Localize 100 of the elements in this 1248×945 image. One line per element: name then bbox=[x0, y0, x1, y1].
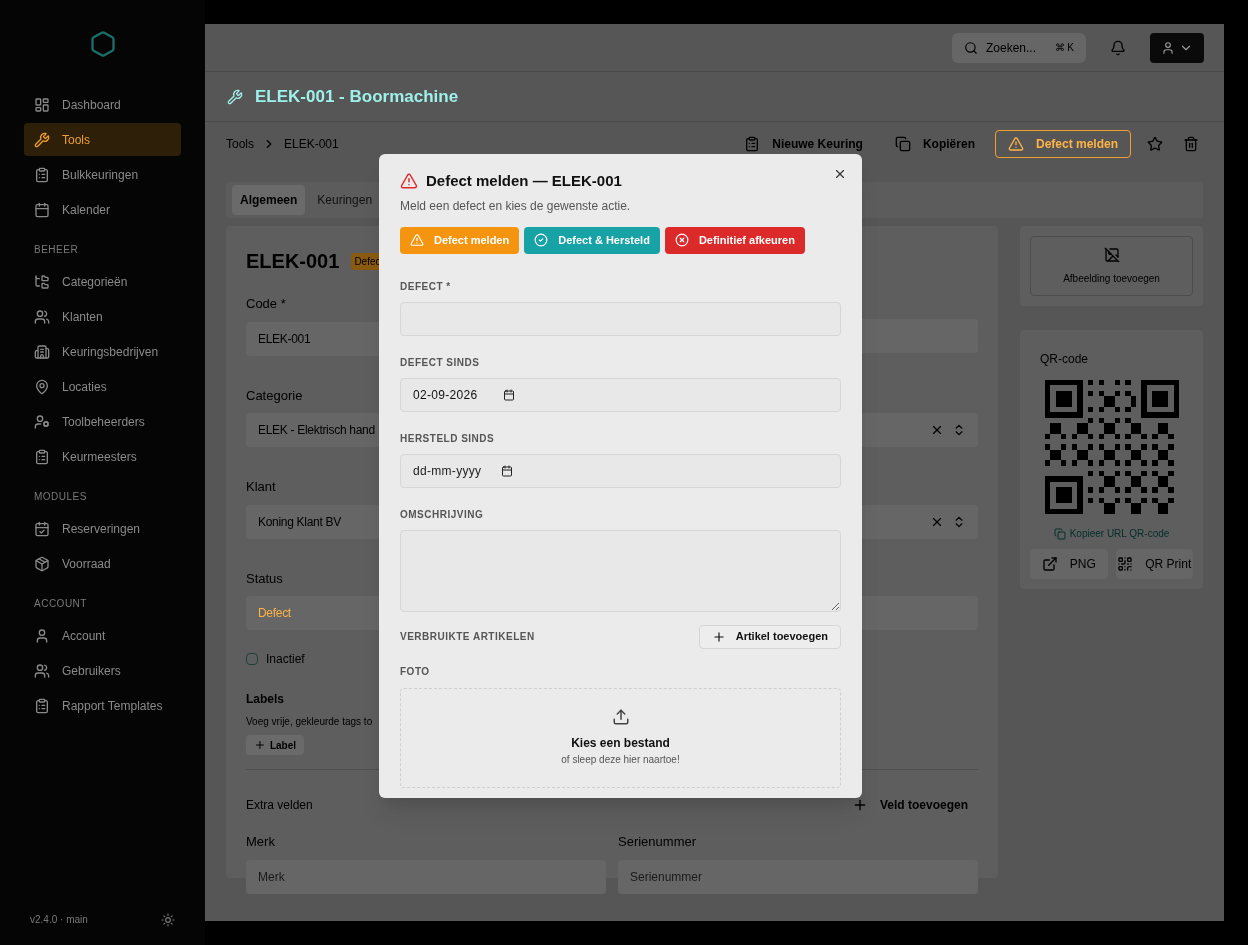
building-icon bbox=[34, 343, 50, 360]
logo-icon bbox=[88, 30, 117, 58]
users-icon bbox=[34, 308, 50, 325]
warning-icon bbox=[1007, 136, 1024, 152]
users-icon bbox=[34, 662, 50, 679]
star-icon[interactable] bbox=[1147, 136, 1163, 152]
qr-action-button[interactable]: QR Print bbox=[1115, 549, 1193, 579]
calendar-icon[interactable] bbox=[501, 464, 514, 477]
add-article-button[interactable]: Artikel toevoegen bbox=[698, 624, 841, 649]
section-title: Extra velden bbox=[246, 797, 313, 814]
field-value: Koning Klant BV bbox=[258, 513, 341, 531]
warning-icon bbox=[410, 233, 424, 247]
field-value: Defect bbox=[258, 605, 291, 622]
dialog-action-button[interactable]: Definitief afkeuren bbox=[664, 226, 805, 254]
file-dropzone[interactable]: Kies een bestand of sleep deze hier naartoe! bbox=[400, 687, 841, 788]
field-label: Status bbox=[246, 569, 283, 588]
check-circle-icon bbox=[534, 233, 549, 247]
notifications-icon[interactable] bbox=[1110, 39, 1126, 56]
image-dropzone[interactable]: Afbeelding toevoegen bbox=[1030, 236, 1193, 296]
dashboard-icon bbox=[34, 96, 50, 113]
sidebar-item[interactable]: Categorieën bbox=[24, 265, 181, 298]
sidebar-item[interactable]: Keuringsbedrijven bbox=[24, 335, 181, 368]
sidebar-item[interactable]: Account bbox=[24, 619, 181, 652]
external-link-icon bbox=[1041, 556, 1058, 572]
checkbox[interactable] bbox=[246, 653, 258, 665]
theme-toggle-icon[interactable] bbox=[161, 912, 175, 927]
field-label: OMSCHRIJVING bbox=[400, 507, 485, 522]
wrench-icon bbox=[34, 131, 50, 148]
clipboard-icon bbox=[744, 136, 761, 152]
clipboard-icon bbox=[34, 697, 50, 714]
field-label: FOTO bbox=[400, 664, 431, 679]
version-label: v2.4.0 · main bbox=[30, 913, 88, 927]
sidebar-item[interactable]: Dashboard bbox=[24, 88, 181, 121]
plus-icon bbox=[254, 739, 266, 751]
clear-icon[interactable] bbox=[930, 423, 944, 437]
close-icon[interactable] bbox=[833, 167, 847, 181]
labels-hint: Voeg vrije, gekleurde tags to bbox=[246, 715, 373, 729]
search-field[interactable]: Zoeken... ⌘ K bbox=[952, 32, 1086, 63]
date-field[interactable]: 02-09-2026 bbox=[400, 377, 841, 412]
input-field[interactable]: Merk bbox=[246, 859, 606, 894]
dialog-subtitle: Meld een defect en kies de gewenste actie. bbox=[400, 197, 632, 215]
package-icon bbox=[34, 555, 50, 572]
sidebar-item[interactable]: Gebruikers bbox=[24, 654, 181, 687]
sidebar-item[interactable]: Rapport Templates bbox=[24, 689, 181, 722]
upload-icon bbox=[611, 708, 630, 726]
map-pin-icon bbox=[34, 378, 50, 395]
user-cog-icon bbox=[34, 413, 50, 430]
copy-icon bbox=[1053, 527, 1066, 540]
calendar-icon[interactable] bbox=[503, 388, 516, 401]
sidebar-item[interactable]: Voorraad bbox=[24, 547, 181, 580]
plus-icon bbox=[711, 629, 726, 644]
sidebar-item[interactable]: Locaties bbox=[24, 370, 181, 403]
shortcut-hint: ⌘ K bbox=[1054, 41, 1074, 55]
warning-icon bbox=[400, 172, 418, 191]
x-circle-icon bbox=[674, 233, 689, 247]
copy-icon bbox=[894, 136, 911, 152]
field-placeholder: Serienummer bbox=[630, 868, 703, 886]
sidebar-heading: BEHEER bbox=[33, 243, 80, 257]
wrench-icon bbox=[227, 88, 243, 105]
field-label: VERBRUIKTE ARTIKELEN bbox=[400, 630, 535, 644]
tool-code-title: ELEK-001 bbox=[246, 249, 340, 274]
dialog-action-button[interactable]: Defect & Hersteld bbox=[524, 226, 660, 254]
clipboard-icon bbox=[34, 166, 50, 183]
date-field[interactable]: dd-mm-yyyy bbox=[400, 453, 841, 488]
sidebar-item[interactable]: Reserveringen bbox=[24, 512, 181, 545]
tree-icon bbox=[34, 273, 50, 290]
sidebar-heading: ACCOUNT bbox=[33, 597, 88, 611]
field-label: Categorie bbox=[246, 386, 303, 405]
card-title: QR-code bbox=[1039, 351, 1089, 368]
field-label: Code * bbox=[246, 295, 286, 313]
search-icon bbox=[964, 40, 978, 55]
field-value: ELEK - Elektrisch hand bbox=[258, 422, 375, 439]
sidebar-item[interactable]: Bulkkeuringen bbox=[24, 158, 181, 191]
sidebar-item[interactable]: Keurmeesters bbox=[24, 440, 181, 473]
sidebar-item[interactable]: Klanten bbox=[24, 300, 181, 333]
sidebar-item[interactable]: Tools bbox=[24, 123, 181, 156]
qr-action-button[interactable]: PNG bbox=[1030, 549, 1108, 579]
qr-code-icon bbox=[1117, 556, 1134, 572]
field-label: DEFECT SINDS bbox=[400, 355, 481, 370]
user-icon bbox=[1161, 40, 1175, 55]
section-title: Labels bbox=[246, 691, 284, 708]
input-field[interactable]: Serienummer bbox=[618, 859, 978, 894]
user-icon bbox=[34, 627, 50, 644]
calendar-check-icon bbox=[34, 520, 50, 537]
user-menu-button[interactable] bbox=[1150, 32, 1204, 63]
field-label: DEFECT * bbox=[400, 279, 452, 294]
tab[interactable]: Algemeen bbox=[232, 185, 306, 215]
add-field-button[interactable]: Veld toevoegen bbox=[851, 796, 978, 814]
sidebar-item[interactable]: Toolbeheerders bbox=[24, 405, 181, 438]
action-button[interactable]: Defect melden bbox=[994, 130, 1131, 158]
breadcrumb-current: ELEK-001 bbox=[284, 136, 339, 153]
add-label-button[interactable]: Label bbox=[246, 735, 304, 755]
field-label: Klant bbox=[246, 478, 276, 496]
sidebar-heading: MODULES bbox=[33, 490, 88, 504]
field-value: ELEK-001 bbox=[258, 330, 311, 348]
delete-icon[interactable] bbox=[1183, 136, 1199, 152]
calendar-icon bbox=[34, 201, 50, 218]
dialog-title: Defect melden — ELEK-001 bbox=[426, 171, 622, 191]
sidebar-item[interactable]: Kalender bbox=[24, 193, 181, 226]
field-label: HERSTELD SINDS bbox=[400, 431, 496, 446]
